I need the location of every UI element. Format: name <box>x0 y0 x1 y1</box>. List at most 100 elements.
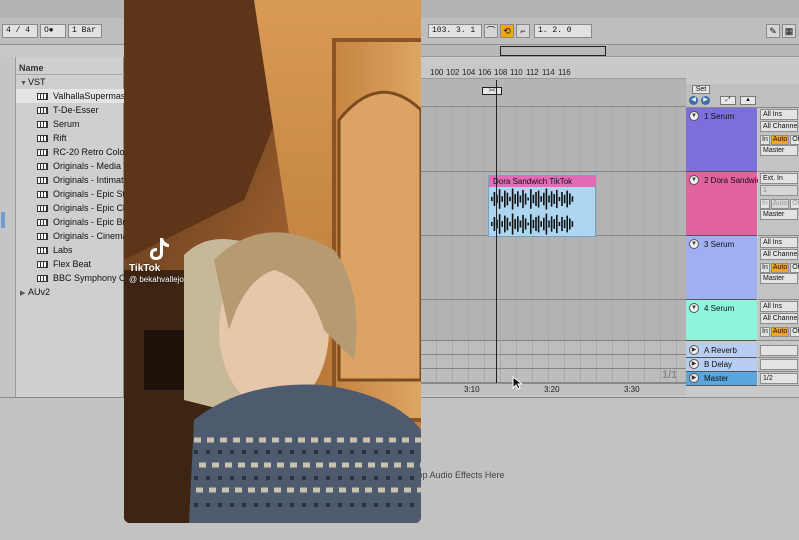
output-select[interactable]: Master <box>760 209 798 220</box>
input-channel-select[interactable]: All Channels <box>760 249 798 260</box>
track-fold-icon[interactable]: ▼ <box>689 303 699 313</box>
input-type-select[interactable]: Ext. In <box>760 173 798 184</box>
return-lane[interactable] <box>420 355 686 369</box>
expand-tracks-icon[interactable]: ⤢ <box>720 96 736 105</box>
track-play-icon[interactable]: ▶ <box>689 373 699 383</box>
loop-switch-icon[interactable]: ⟲ <box>500 24 514 38</box>
waveform-peak <box>543 192 545 206</box>
track-io-section: All InsAll Channels InAutoOffMaster <box>758 108 799 172</box>
track-header[interactable]: ▼ 3 Serum <box>686 236 757 300</box>
waveform-peak <box>537 190 540 208</box>
quantize-menu[interactable]: 1 Bar <box>68 24 102 38</box>
time-marker: 3:30 <box>624 385 640 394</box>
input-channel-select[interactable]: All Channels <box>760 313 798 324</box>
time-signature[interactable]: 4 / 4 <box>2 24 38 38</box>
input-channel-select[interactable]: All Channels <box>760 121 798 132</box>
overview-viewport[interactable] <box>500 46 606 56</box>
waveform-peak <box>543 217 545 231</box>
output-select[interactable]: Master <box>760 273 798 284</box>
track-fold-icon[interactable]: ▼ <box>689 239 699 249</box>
monitor-off-button[interactable]: Off <box>790 199 799 209</box>
track-header[interactable]: ▼ 2 Dora Sandwich TikTok <box>686 172 790 236</box>
waveform-peak <box>527 222 529 226</box>
input-type-select[interactable]: All Ins <box>760 237 798 248</box>
monitor-in-button[interactable]: In <box>760 327 770 337</box>
previous-locator-icon[interactable]: ◀ <box>689 96 698 105</box>
punch-in-icon[interactable]: ⌐ <box>516 24 530 38</box>
browser-item[interactable]: Originals - Epic Choir <box>16 201 124 215</box>
audio-clip[interactable]: Dora Sandwich TikTok <box>488 175 596 237</box>
monitor-in-button[interactable]: In <box>760 199 770 209</box>
track-fold-icon[interactable]: ▼ <box>689 175 699 185</box>
pencil-icon[interactable]: ✎ <box>766 24 780 38</box>
waveform-peak <box>501 196 503 202</box>
monitor-off-button[interactable]: Off <box>790 327 799 337</box>
input-channel-select[interactable]: 1 <box>760 185 798 196</box>
track-header[interactable]: ▼ 4 Serum <box>686 300 757 341</box>
track-name: Master <box>704 374 729 383</box>
browser-item[interactable]: Originals - Media Toolkit <box>16 159 124 173</box>
input-type-select[interactable]: All Ins <box>760 301 798 312</box>
monitor-auto-button[interactable]: Auto <box>770 199 790 209</box>
folder-auv2[interactable]: ▶ AUv2 <box>16 285 124 299</box>
browser-item[interactable]: Originals - Cinematic <box>16 229 124 243</box>
master-lane[interactable] <box>420 369 686 383</box>
loop-brace[interactable]: >< <box>482 87 502 95</box>
track-fold-icon[interactable]: ▶ <box>689 359 699 369</box>
loop-brace-area[interactable]: >< <box>420 79 686 107</box>
browser-item[interactable]: Originals - Epic Brass <box>16 215 124 229</box>
beat-time-ruler[interactable]: 100 102 104 106 108 110 112 114 116 <box>420 67 686 79</box>
monitor-auto-button[interactable]: Auto <box>770 263 790 273</box>
browser-item[interactable]: Rift <box>16 131 124 145</box>
return-track-header[interactable]: ▶ A Reverb <box>686 344 757 358</box>
input-type-select[interactable]: All Ins <box>760 109 798 120</box>
arrangement-overview[interactable] <box>420 45 799 57</box>
lock-icon[interactable]: ▲ <box>740 96 756 105</box>
arrangement-view[interactable] <box>420 107 686 389</box>
arrangement-position[interactable]: 103. 3. 1 <box>428 24 482 38</box>
monitor-auto-button[interactable]: Auto <box>770 135 790 145</box>
folder-vst[interactable]: ▼VST <box>16 75 124 89</box>
track-header[interactable]: ▼ 1 Serum <box>686 108 757 172</box>
expanded-triangle-icon[interactable]: ▼ <box>20 77 28 89</box>
browser-sidebar[interactable] <box>0 57 16 397</box>
track-lane[interactable] <box>420 300 686 341</box>
set-button[interactable]: Set <box>692 85 710 94</box>
waveform-peak <box>519 195 522 203</box>
browser-item[interactable]: Labs <box>16 243 124 257</box>
draw-automation-icon[interactable]: ⌒ <box>484 24 498 38</box>
next-locator-icon[interactable]: ▶ <box>701 96 710 105</box>
collapsed-triangle-icon[interactable]: ▶ <box>20 287 28 299</box>
output-select[interactable] <box>760 359 798 370</box>
track-fold-icon[interactable]: ▶ <box>689 345 699 355</box>
browser-item[interactable]: T-De-Esser <box>16 103 124 117</box>
browser-item[interactable]: ValhallaSupermassive <box>16 89 124 103</box>
browser-item[interactable]: Originals - Intimate Grand <box>16 173 124 187</box>
browser-item[interactable]: RC-20 Retro Color <box>16 145 124 159</box>
browser-name-header[interactable]: Name <box>16 63 124 75</box>
monitor-in-button[interactable]: In <box>760 263 770 273</box>
loop-length[interactable]: 1. 2. 0 <box>534 24 592 38</box>
monitor-auto-button[interactable]: Auto <box>770 327 790 337</box>
return-lane[interactable] <box>420 341 686 355</box>
monitor-off-button[interactable]: Off <box>790 263 799 273</box>
return-track-header[interactable]: ▶ B Delay <box>686 358 757 372</box>
master-track-header[interactable]: ▶ Master <box>686 372 757 386</box>
output-select[interactable] <box>760 345 798 356</box>
browser-item-label: Originals - Intimate Grand <box>53 175 124 185</box>
browser-item[interactable]: Serum <box>16 117 124 131</box>
track-lane[interactable] <box>420 107 686 172</box>
output-select[interactable]: 1/2 <box>760 373 798 384</box>
browser-item[interactable]: Originals - Epic Strings <box>16 187 124 201</box>
key-map-icon[interactable]: ▦ <box>782 24 796 38</box>
monitor-in-button[interactable]: In <box>760 135 770 145</box>
track-lane[interactable] <box>420 236 686 300</box>
waveform-peak <box>530 214 532 234</box>
metronome-toggle[interactable]: O● <box>40 24 66 38</box>
time-ruler[interactable]: 3:10 3:20 3:30 <box>420 383 686 395</box>
output-select[interactable]: Master <box>760 145 798 156</box>
monitor-off-button[interactable]: Off <box>790 135 799 145</box>
browser-item[interactable]: BBC Symphony Orchestra <box>16 271 124 285</box>
browser-item[interactable]: Flex Beat <box>16 257 124 271</box>
track-fold-icon[interactable]: ▼ <box>689 111 699 121</box>
